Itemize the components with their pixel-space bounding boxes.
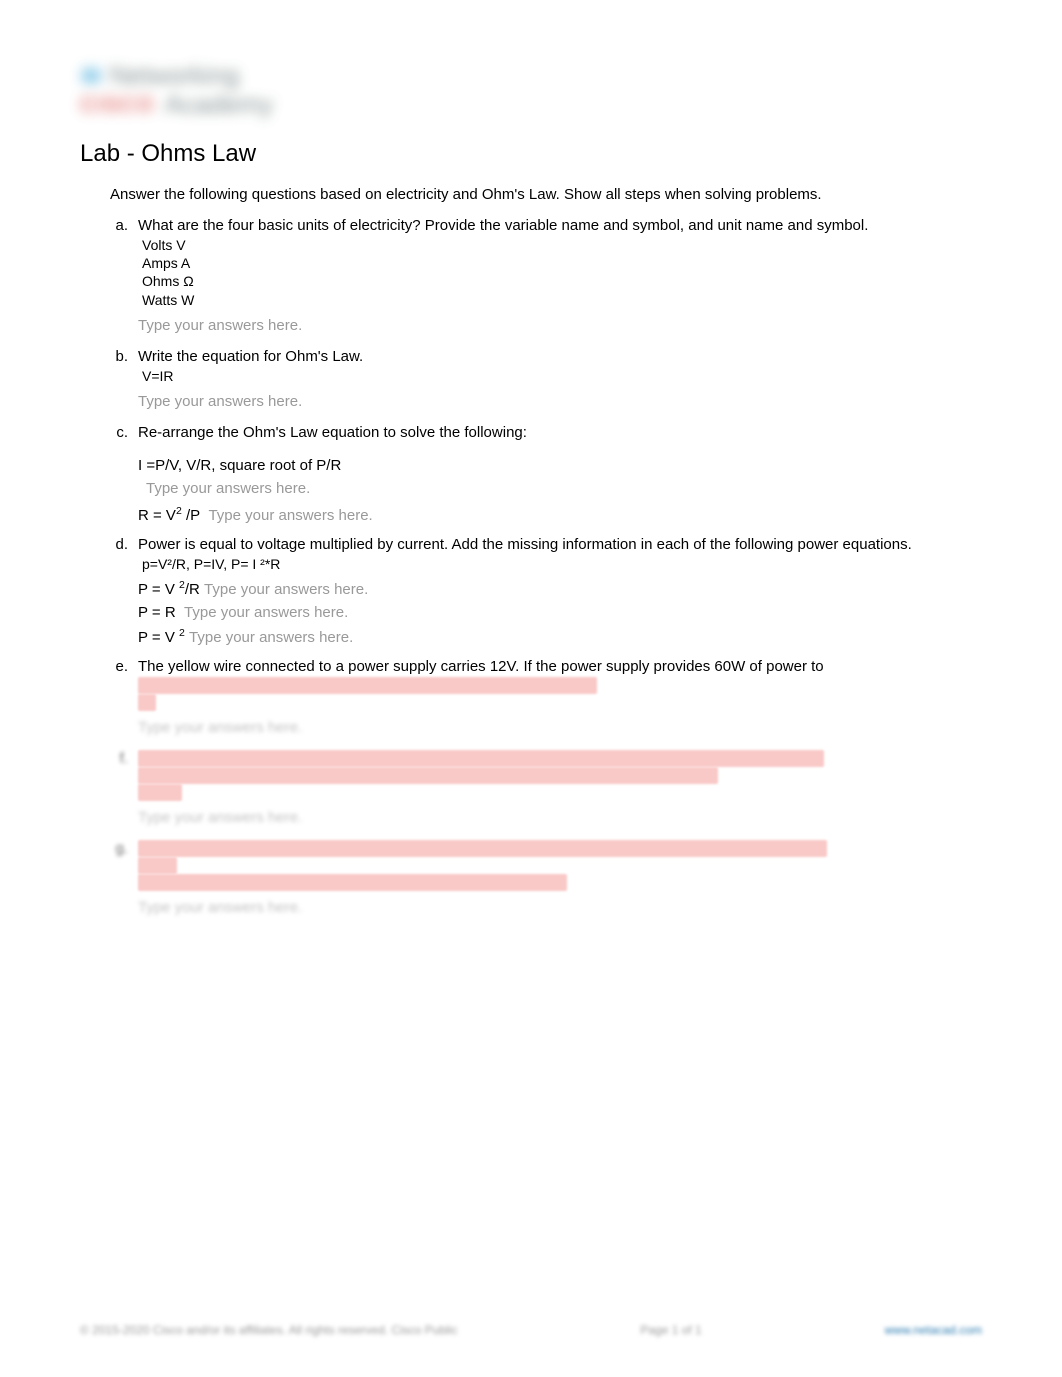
- logo-word-academy: Academy: [165, 89, 273, 120]
- logo-brand-word: CISCO: [80, 92, 155, 118]
- question-e: e. The yellow wire connected to a power …: [110, 658, 982, 744]
- redacted-content: to find out how much current is in the c…: [138, 767, 982, 784]
- question-letter: g.: [110, 840, 138, 924]
- sub-i-line: I =P/V, V/R, square root of P/R: [138, 457, 982, 474]
- answer-line: V=IR: [142, 367, 982, 385]
- question-b: b. Write the equation for Ohm's Law. V=I…: [110, 348, 982, 418]
- question-letter: f.: [110, 750, 138, 834]
- sub-r-prefix: R = V: [138, 507, 176, 524]
- redacted-content: would: [138, 857, 982, 874]
- redacted-content: There are 12V required to push current t…: [138, 750, 982, 767]
- redacted-content: A wire from the power supply is carrying…: [138, 840, 982, 857]
- footer-copyright: © 2015-2020 Cisco and/or its affiliates.…: [80, 1323, 457, 1337]
- answer-line: Ohms Ω: [142, 272, 982, 290]
- page-title: Lab - Ohms Law: [80, 140, 982, 168]
- eq-mid: /R: [185, 581, 200, 598]
- answer-placeholder[interactable]: Type your answers here.: [184, 604, 348, 621]
- intro-text: Answer the following questions based on …: [110, 186, 982, 203]
- question-g: g. A wire from the power supply is carry…: [110, 840, 982, 924]
- power-eq-3: P = V 2 Type your answers here.: [138, 627, 982, 646]
- logo-word-networking: Networking: [109, 60, 239, 91]
- answer-placeholder[interactable]: Type your answers here.: [189, 629, 353, 646]
- eq-prefix: P = V: [138, 629, 179, 646]
- answer-placeholder[interactable]: Type your answers here.: [208, 507, 372, 524]
- page-footer: © 2015-2020 Cisco and/or its affiliates.…: [80, 1323, 982, 1337]
- answer-line: Volts V: [142, 236, 982, 254]
- answer-line: Watts W: [142, 291, 982, 309]
- footer-page-number: Page 1 of 1: [640, 1323, 701, 1337]
- answer-placeholder[interactable]: Type your answers here.: [204, 581, 368, 598]
- superscript-2: 2: [179, 627, 185, 639]
- sub-r-line: R = V2 /P Type your answers here.: [138, 505, 982, 524]
- answer-line: p=V²/R, P=IV, P= I ²*R: [142, 555, 982, 573]
- question-text: What are the four basic units of electri…: [138, 217, 982, 234]
- question-letter: d.: [110, 536, 138, 652]
- answer-line: Amps A: [142, 254, 982, 272]
- question-text: The yellow wire connected to a power sup…: [138, 658, 982, 675]
- answer-placeholder[interactable]: Type your answers here.: [146, 480, 982, 497]
- question-text: Power is equal to voltage multiplied by …: [138, 536, 982, 553]
- sub-i-value: I =P/V, V/R, square root of P/R: [138, 457, 341, 474]
- question-letter: b.: [110, 348, 138, 418]
- eq-prefix: P = R: [138, 604, 176, 621]
- question-text: Re-arrange the Ohm's Law equation to sol…: [138, 424, 982, 441]
- question-f: f. There are 12V required to push curren…: [110, 750, 982, 834]
- redacted-content: you need to find out how much watt of th…: [138, 874, 982, 891]
- answer-placeholder[interactable]: Type your answers here.: [138, 809, 982, 826]
- question-c: c. Re-arrange the Ohm's Law equation to …: [110, 424, 982, 530]
- redacted-content: the yellow wire how much current is pass…: [138, 677, 982, 694]
- answer-placeholder[interactable]: Type your answers here.: [138, 317, 982, 334]
- power-eq-1: P = V 2/R Type your answers here.: [138, 579, 982, 598]
- eq-prefix: P = V: [138, 581, 179, 598]
- footer-link[interactable]: www.netacad.com: [885, 1323, 982, 1337]
- question-letter: e.: [110, 658, 138, 744]
- power-eq-2: P = R Type your answers here.: [138, 604, 982, 621]
- question-d: d. Power is equal to voltage multiplied …: [110, 536, 982, 652]
- question-text: Write the equation for Ohm's Law.: [138, 348, 982, 365]
- cisco-bars-icon: ılıılı: [80, 62, 99, 90]
- question-letter: c.: [110, 424, 138, 530]
- question-letter: a.: [110, 217, 138, 342]
- question-a: a. What are the four basic units of elec…: [110, 217, 982, 342]
- answer-placeholder[interactable]: Type your answers here.: [138, 719, 982, 736]
- answer-placeholder[interactable]: Type your answers here.: [138, 393, 982, 410]
- redacted-content: 5A: [138, 694, 982, 711]
- logo: ılıılı Networking CISCO Academy: [80, 60, 380, 120]
- redacted-content: I=4.2A: [138, 784, 982, 801]
- sub-r-suffix: /P: [182, 507, 200, 524]
- answer-placeholder[interactable]: Type your answers here.: [138, 899, 982, 916]
